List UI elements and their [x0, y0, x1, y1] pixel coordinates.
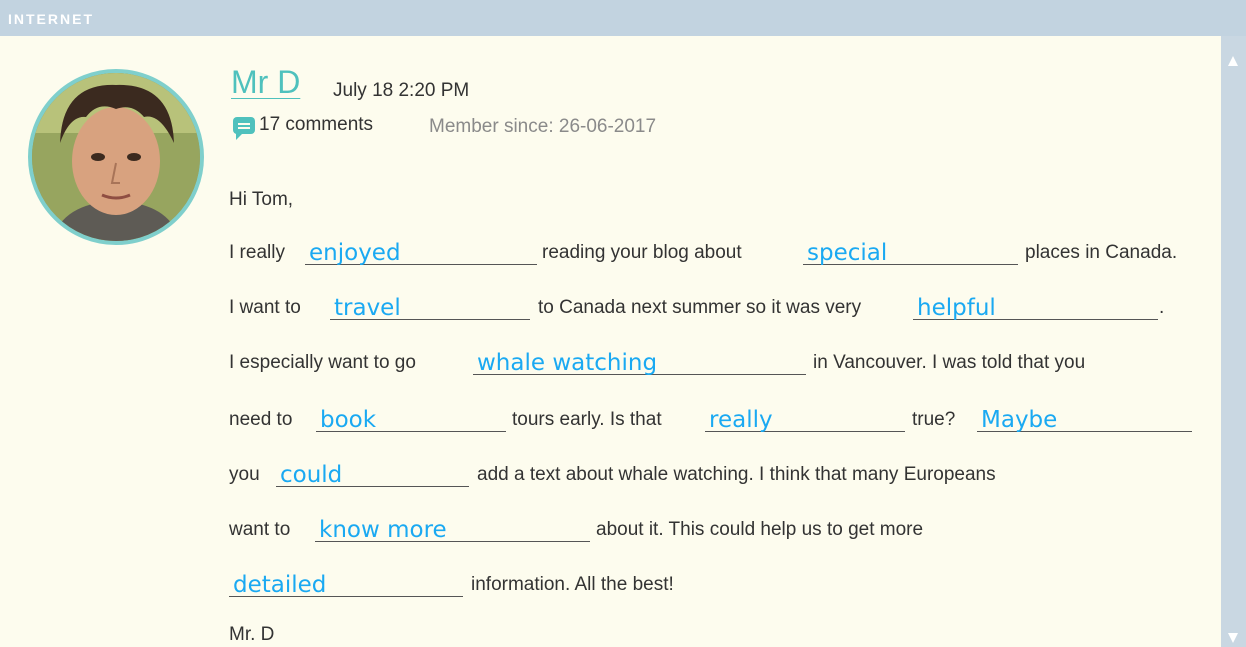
letter-text: I especially want to go	[229, 352, 416, 373]
author-name[interactable]: Mr D	[231, 64, 300, 101]
answer-text: book	[320, 407, 377, 433]
answer-text: know more	[319, 517, 447, 543]
answer-text: special	[807, 240, 888, 266]
avatar	[28, 69, 204, 245]
signoff: Mr. D	[229, 624, 275, 645]
answer-text: really	[709, 407, 773, 433]
answer-blank[interactable]: know more	[315, 509, 590, 543]
comment-count[interactable]: 17 comments	[259, 114, 373, 136]
section-label: INTERNET	[8, 11, 94, 27]
letter-text: add a text about whale watching. I think…	[477, 464, 996, 485]
speech-bubble-icon	[233, 117, 255, 140]
scrollbar[interactable]	[1221, 36, 1246, 647]
letter-text: places in Canada.	[1025, 242, 1178, 263]
post-timestamp: July 18 2:20 PM	[333, 80, 470, 101]
answer-blank[interactable]: Maybe	[977, 399, 1192, 433]
letter-text: to Canada next summer so it was very	[538, 297, 862, 318]
chevron-up-icon[interactable]	[1228, 56, 1238, 66]
letter-text: reading your blog about	[542, 242, 742, 263]
answer-text: Maybe	[981, 407, 1058, 433]
letter-text: information. All the best!	[471, 574, 674, 595]
section-header: INTERNET	[0, 0, 1246, 36]
member-since: Member since: 26-06-2017	[429, 116, 657, 137]
letter-text: tours early. Is that	[512, 409, 662, 430]
letter-text: true?	[912, 409, 956, 430]
letter-text: want to	[229, 519, 291, 540]
answer-blank[interactable]: really	[705, 399, 905, 433]
letter-text: .	[1159, 297, 1165, 318]
answer-blank[interactable]: enjoyed	[305, 232, 537, 266]
answer-text: helpful	[917, 295, 996, 321]
answer-blank[interactable]: whale watching	[473, 342, 806, 376]
greeting: Hi Tom,	[229, 189, 294, 210]
letter-text: you	[229, 464, 260, 485]
answer-blank[interactable]: travel	[330, 287, 530, 321]
answer-text: could	[280, 462, 343, 488]
answer-text: whale watching	[477, 350, 658, 376]
answer-blank[interactable]: detailed	[229, 564, 463, 598]
answer-blank[interactable]: special	[803, 232, 1018, 266]
letter-text: I really	[229, 242, 285, 263]
letter-text: about it. This could help us to get more	[596, 519, 924, 540]
answer-text: detailed	[233, 572, 327, 598]
answer-blank[interactable]: helpful	[913, 287, 1158, 321]
letter-text: I want to	[229, 297, 301, 318]
letter-text: need to	[229, 409, 293, 430]
answer-blank[interactable]: book	[316, 399, 506, 433]
answer-text: enjoyed	[309, 240, 401, 266]
letter-text: in Vancouver. I was told that you	[813, 352, 1086, 373]
answer-text: travel	[334, 295, 401, 321]
chevron-down-icon[interactable]	[1228, 633, 1238, 643]
answer-blank[interactable]: could	[276, 454, 469, 488]
